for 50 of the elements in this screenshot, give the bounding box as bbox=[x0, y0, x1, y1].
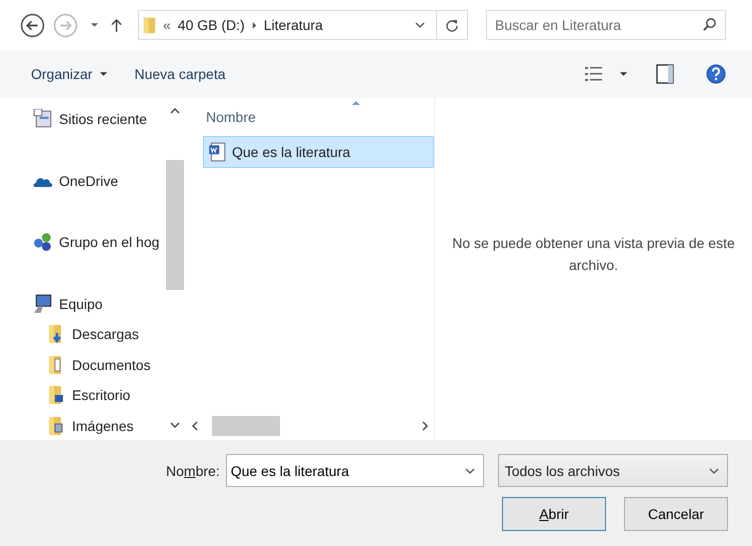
nav-item[interactable]: Escritorio bbox=[0, 380, 166, 410]
file-name-label: Nombre: bbox=[166, 462, 220, 478]
scrollbar-thumb[interactable] bbox=[212, 416, 280, 436]
nav-item[interactable]: Sitios reciente bbox=[0, 104, 166, 134]
dropdown-arrow-icon bbox=[99, 71, 108, 77]
overflow-chevron[interactable]: « bbox=[163, 17, 171, 33]
view-dropdown-icon[interactable] bbox=[619, 71, 628, 77]
chevron-down-icon[interactable] bbox=[415, 22, 425, 28]
recent-places-icon bbox=[33, 109, 53, 130]
homegroup-icon bbox=[33, 232, 53, 252]
help-icon[interactable] bbox=[706, 64, 726, 84]
scroll-down-icon[interactable] bbox=[170, 422, 180, 428]
computer-icon bbox=[33, 294, 53, 314]
file-name-field[interactable]: Que es la literatura bbox=[226, 454, 484, 487]
cancel-button[interactable]: Cancelar bbox=[624, 497, 728, 531]
folder-icon bbox=[46, 385, 66, 406]
breadcrumb-separator-icon[interactable] bbox=[252, 20, 257, 30]
breadcrumb-item[interactable]: Literatura bbox=[264, 17, 323, 33]
breadcrumb-item[interactable]: 40 GB (D:) bbox=[178, 17, 245, 33]
file-type-dropdown[interactable]: Todos los archivos bbox=[498, 454, 728, 487]
scroll-right-icon[interactable] bbox=[422, 421, 428, 431]
folder-icon bbox=[143, 15, 156, 35]
nav-item[interactable]: Imágenes bbox=[0, 410, 166, 440]
file-item[interactable]: Que es la literatura bbox=[203, 136, 434, 168]
scroll-up-icon[interactable] bbox=[170, 108, 180, 114]
address-bar[interactable]: « 40 GB (D:) Literatura bbox=[138, 10, 468, 40]
open-button[interactable]: Abrir bbox=[502, 497, 606, 531]
nav-item[interactable]: Documentos bbox=[0, 350, 166, 380]
scroll-left-icon[interactable] bbox=[192, 421, 198, 431]
word-document-icon bbox=[208, 142, 226, 162]
recent-dropdown-icon[interactable] bbox=[90, 22, 99, 28]
search-field[interactable]: Buscar en Literatura bbox=[486, 10, 726, 40]
nav-item[interactable]: Grupo en el hog bbox=[0, 227, 166, 258]
preview-pane-icon[interactable] bbox=[656, 64, 674, 84]
chevron-down-icon[interactable] bbox=[464, 468, 475, 474]
nav-item[interactable]: OneDrive bbox=[0, 166, 166, 196]
sort-arrow-icon bbox=[352, 100, 360, 105]
search-icon bbox=[702, 17, 717, 32]
up-arrow-icon[interactable] bbox=[111, 18, 122, 32]
organize-button[interactable]: Organizar bbox=[22, 62, 118, 86]
preview-message: No se puede obtener una vista previa de este archivo. bbox=[451, 234, 736, 275]
refresh-icon bbox=[445, 18, 459, 32]
nav-item[interactable]: Descargas bbox=[0, 319, 166, 350]
column-header[interactable]: Nombre bbox=[186, 98, 434, 136]
back-button[interactable] bbox=[20, 12, 45, 38]
chevron-down-icon[interactable] bbox=[708, 468, 719, 474]
nav-item[interactable]: Equipo bbox=[0, 288, 166, 319]
new-folder-button[interactable]: Nueva carpeta bbox=[125, 62, 235, 86]
scrollbar-thumb[interactable] bbox=[166, 160, 184, 290]
view-options-icon[interactable] bbox=[585, 67, 605, 81]
